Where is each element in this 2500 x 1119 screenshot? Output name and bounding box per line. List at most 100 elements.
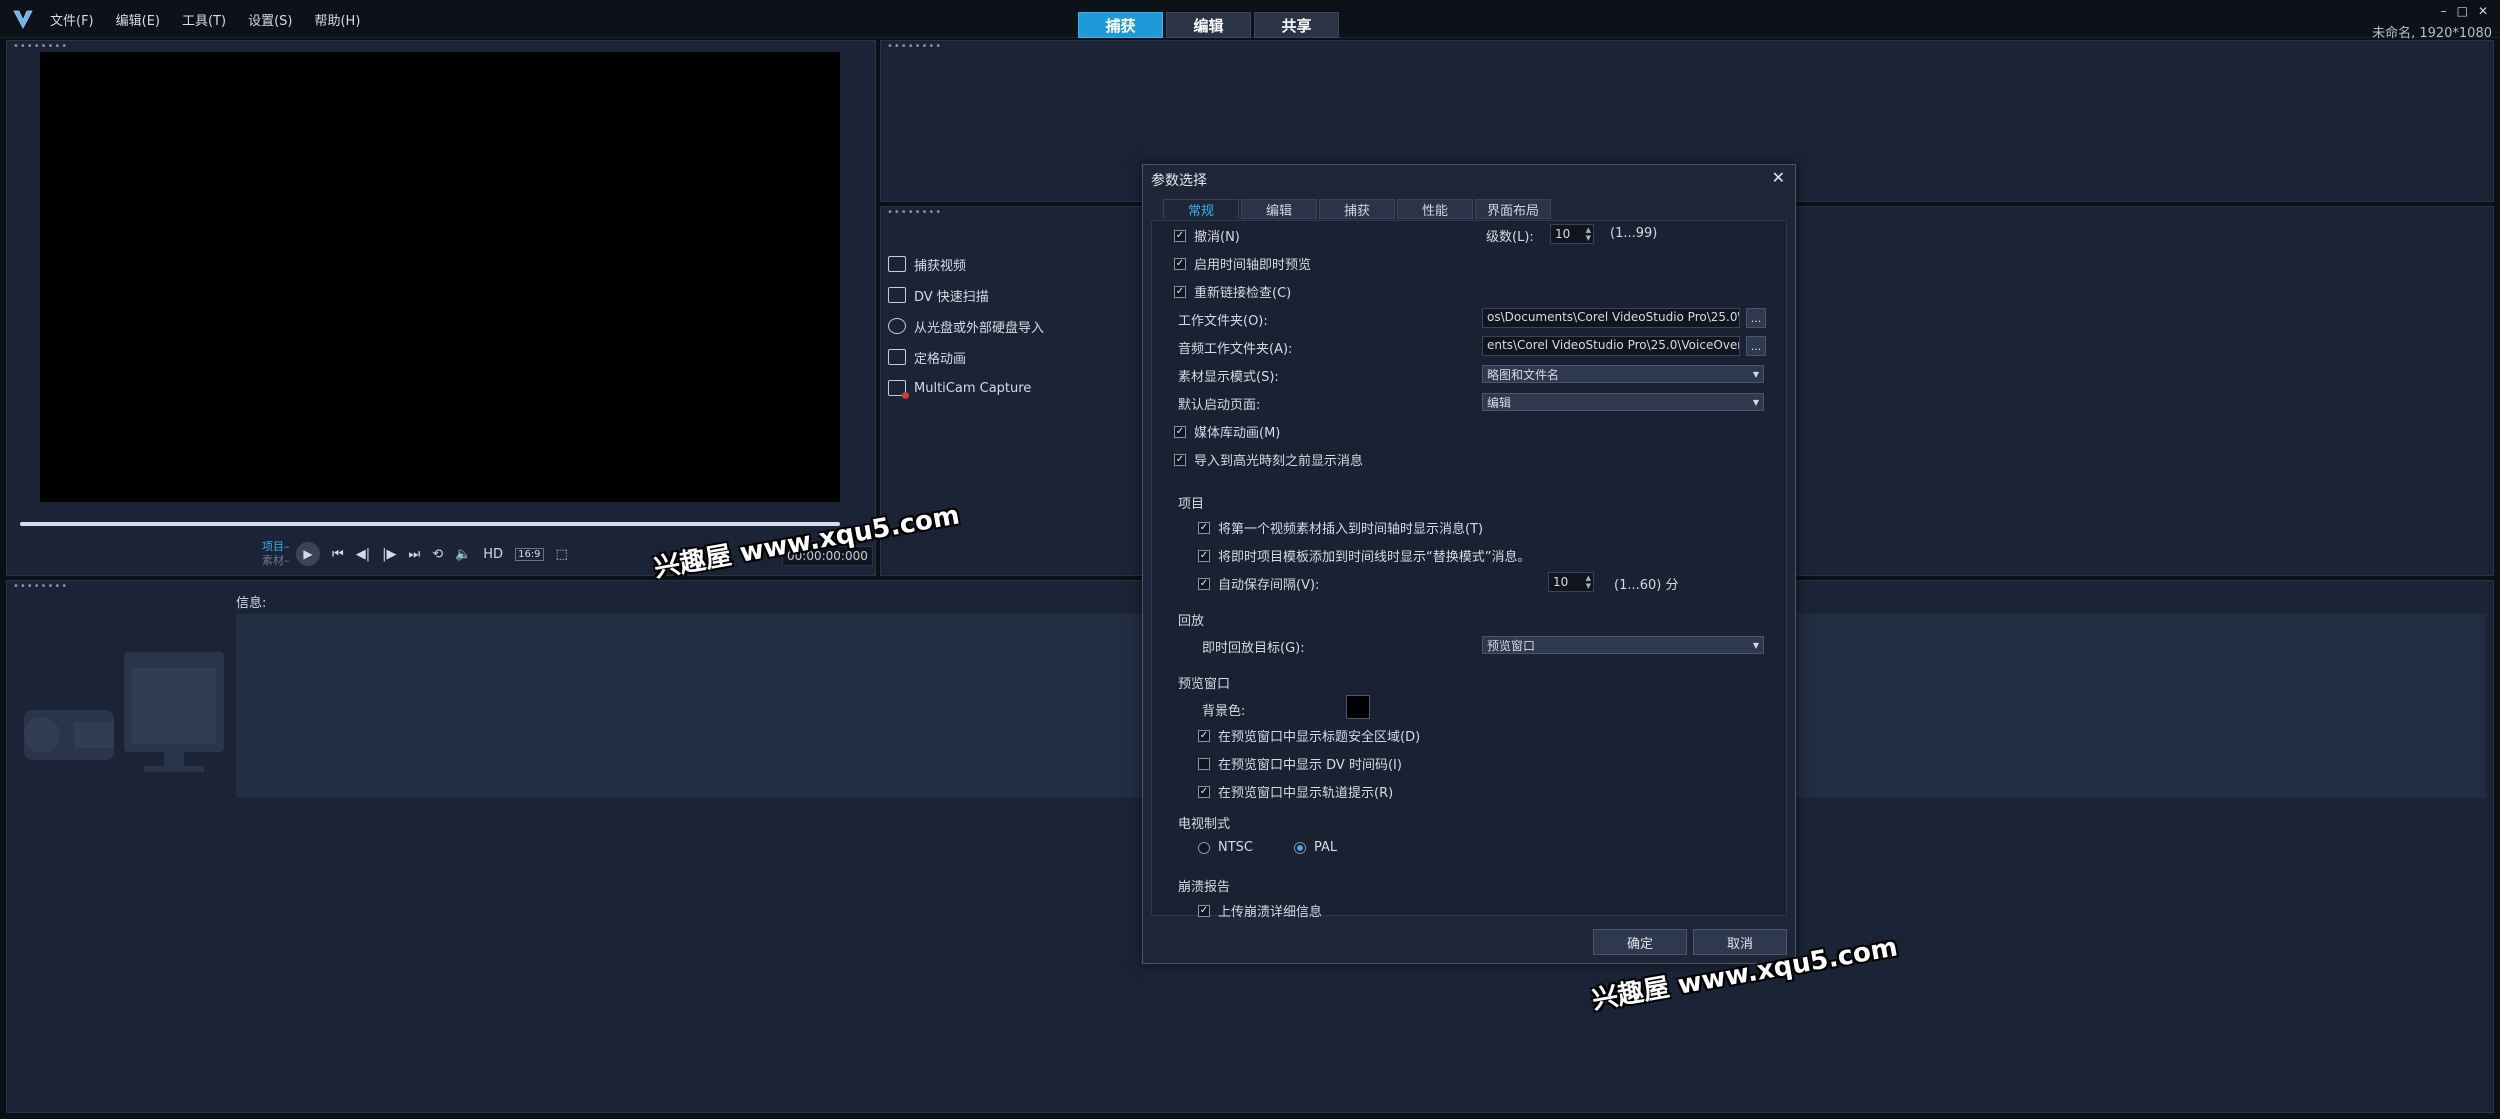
library-anim-label: 媒体库动画(M)	[1194, 426, 1281, 441]
work-folder-field[interactable]: os\Documents\Corel VideoStudio Pro\25.0\	[1482, 308, 1740, 328]
menu-tools[interactable]: 工具(T)	[182, 10, 226, 29]
maximize-button[interactable]: □	[2457, 4, 2468, 18]
autosave-value: 10	[1553, 575, 1569, 589]
relink-label: 重新链接检查(C)	[1194, 286, 1292, 301]
ntsc-radio[interactable]	[1198, 841, 1210, 854]
snapshot-icon[interactable]: ⬚	[556, 547, 568, 562]
crash-section-title: 崩溃报告	[1178, 880, 1231, 895]
tab-edit[interactable]: 编辑	[1166, 12, 1251, 38]
title-bar: 文件(F) 编辑(E) 工具(T) 设置(S) 帮助(H) 捕获 编辑 共享 –…	[0, 0, 2500, 41]
project-mode-label[interactable]: 项目–	[262, 540, 290, 554]
autosave-range-row: (1...60) 分	[1614, 574, 1679, 593]
stop-motion-item[interactable]: 定格动画	[888, 348, 1044, 367]
multicam-label: MultiCam Capture	[914, 380, 1032, 396]
instant-preview-row: ✓ 启用时间轴即时预览	[1174, 254, 1311, 273]
undo-checkbox[interactable]: ✓	[1174, 229, 1186, 242]
crash-upload-checkbox[interactable]: ✓	[1198, 904, 1210, 917]
proj-template-label: 将即时项目模板添加到时间线时显示“替换模式”消息。	[1218, 550, 1531, 565]
app-logo-icon	[13, 10, 33, 29]
disc-import-item[interactable]: 从光盘或外部硬盘导入	[888, 317, 1044, 336]
dv-timecode-row: 在预览窗口中显示 DV 时间码(I)	[1198, 754, 1402, 773]
playback-target-select[interactable]: 预览窗口 ▼	[1482, 636, 1764, 654]
menu-settings[interactable]: 设置(S)	[248, 10, 292, 29]
menu-file[interactable]: 文件(F)	[50, 10, 94, 29]
bg-color-label-row: 背景色:	[1202, 700, 1245, 719]
track-hint-checkbox[interactable]: ✓	[1198, 785, 1210, 798]
proj-autosave-checkbox[interactable]: ✓	[1198, 577, 1210, 590]
tab-capturing[interactable]: 捕获	[1319, 199, 1395, 219]
relink-checkbox[interactable]: ✓	[1174, 285, 1186, 298]
dv-scan-label: DV 快速扫描	[914, 289, 989, 305]
tv-section-title: 电视制式	[1178, 817, 1231, 832]
work-folder-browse-button[interactable]: ...	[1746, 308, 1766, 328]
library-anim-checkbox[interactable]: ✓	[1174, 425, 1186, 438]
preferences-dialog: 参数选择 ✕ 常规 编辑 捕获 性能 界面布局 ✓ 撤消(N) 级数(L): 1…	[1142, 164, 1796, 964]
menu-help[interactable]: 帮助(H)	[314, 10, 360, 29]
drag-handle[interactable]: ••••••••	[887, 208, 942, 218]
next-frame-icon[interactable]: |▶	[382, 547, 396, 562]
playback-target-label-row: 即时回放目标(G):	[1202, 637, 1305, 656]
audio-folder-browse-button[interactable]: ...	[1746, 336, 1766, 356]
audio-folder-field[interactable]: ents\Corel VideoStudio Pro\25.0\VoiceOve…	[1482, 336, 1740, 356]
instant-preview-label: 启用时间轴即时预览	[1194, 258, 1312, 273]
highlight-msg-label: 导入到高光時刻之前显示消息	[1194, 454, 1364, 469]
spinner-arrows-icon[interactable]: ▲ ▼	[1586, 574, 1591, 590]
clip-display-select[interactable]: 略图和文件名 ▼	[1482, 365, 1764, 383]
go-end-icon[interactable]: ⏭	[408, 547, 420, 562]
dv-scan-item[interactable]: DV 快速扫描	[888, 286, 1044, 305]
proj-template-row: ✓ 将即时项目模板添加到时间线时显示“替换模式”消息。	[1198, 546, 1530, 565]
capture-video-item[interactable]: 捕获视频	[888, 255, 1044, 274]
hd-toggle[interactable]: HD	[483, 547, 503, 562]
menu-edit[interactable]: 编辑(E)	[116, 10, 160, 29]
ntsc-row: NTSC	[1198, 840, 1253, 855]
drag-handle[interactable]: ••••••••	[13, 42, 68, 52]
drag-handle[interactable]: ••••••••	[887, 42, 942, 52]
tab-share[interactable]: 共享	[1254, 12, 1339, 38]
play-button[interactable]: ▶	[296, 542, 320, 566]
close-window-button[interactable]: ✕	[2478, 4, 2488, 18]
stop-motion-icon	[888, 349, 906, 365]
minimize-button[interactable]: –	[2441, 4, 2447, 18]
tab-performance[interactable]: 性能	[1397, 199, 1473, 219]
autosave-spinner[interactable]: 10 ▲ ▼	[1548, 572, 1594, 592]
ok-button[interactable]: 确定	[1593, 929, 1687, 955]
default-page-select[interactable]: 编辑 ▼	[1482, 393, 1764, 411]
go-start-icon[interactable]: ⏮	[332, 547, 344, 562]
tab-capture[interactable]: 捕获	[1078, 12, 1163, 38]
undo-label: 撤消(N)	[1194, 230, 1240, 245]
spinner-arrows-icon[interactable]: ▲ ▼	[1586, 226, 1591, 242]
clip-display-label-row: 素材显示模式(S):	[1178, 366, 1279, 385]
capture-options-list: 捕获视频 DV 快速扫描 从光盘或外部硬盘导入 定格动画 MultiCam Ca…	[888, 255, 1044, 399]
levels-spinner[interactable]: 10 ▲ ▼	[1550, 224, 1594, 244]
prev-frame-icon[interactable]: ◀|	[356, 547, 370, 562]
dialog-close-button[interactable]: ✕	[1772, 168, 1785, 187]
highlight-msg-checkbox[interactable]: ✓	[1174, 453, 1186, 466]
levels-label: 级数(L):	[1486, 230, 1534, 245]
aspect-ratio-select[interactable]: 16:9	[515, 547, 544, 561]
repeat-icon[interactable]: ⟲	[432, 547, 443, 562]
bg-color-swatch[interactable]	[1346, 695, 1370, 719]
instant-preview-checkbox[interactable]: ✓	[1174, 257, 1186, 270]
proj-first-clip-row: ✓ 将第一个视频素材插入到时间轴时显示消息(T)	[1198, 518, 1483, 537]
dv-timecode-label: 在预览窗口中显示 DV 时间码(I)	[1218, 758, 1402, 773]
tab-editing[interactable]: 编辑	[1241, 199, 1317, 219]
audio-folder-label-row: 音频工作文件夹(A):	[1178, 338, 1292, 357]
proj-template-checkbox[interactable]: ✓	[1198, 549, 1210, 562]
proj-first-clip-checkbox[interactable]: ✓	[1198, 521, 1210, 534]
scrub-bar[interactable]	[20, 522, 840, 526]
proj-autosave-label: 自动保存间隔(V):	[1218, 578, 1320, 593]
camera-illustration-icon	[24, 652, 224, 772]
stop-motion-label: 定格动画	[914, 351, 967, 367]
work-folder-label: 工作文件夹(O):	[1178, 314, 1268, 329]
pal-radio[interactable]	[1294, 841, 1306, 854]
tab-layout[interactable]: 界面布局	[1475, 199, 1551, 219]
library-anim-row: ✓ 媒体库动画(M)	[1174, 422, 1280, 441]
multicam-item[interactable]: MultiCam Capture	[888, 379, 1044, 399]
clip-mode-label[interactable]: 素材–	[262, 554, 290, 568]
preview-screen	[40, 52, 840, 502]
tab-general[interactable]: 常规	[1163, 199, 1239, 219]
volume-icon[interactable]: 🔈	[455, 547, 471, 562]
dv-timecode-checkbox[interactable]	[1198, 757, 1210, 770]
drag-handle[interactable]: ••••••••	[13, 582, 68, 592]
safe-area-checkbox[interactable]: ✓	[1198, 729, 1210, 742]
